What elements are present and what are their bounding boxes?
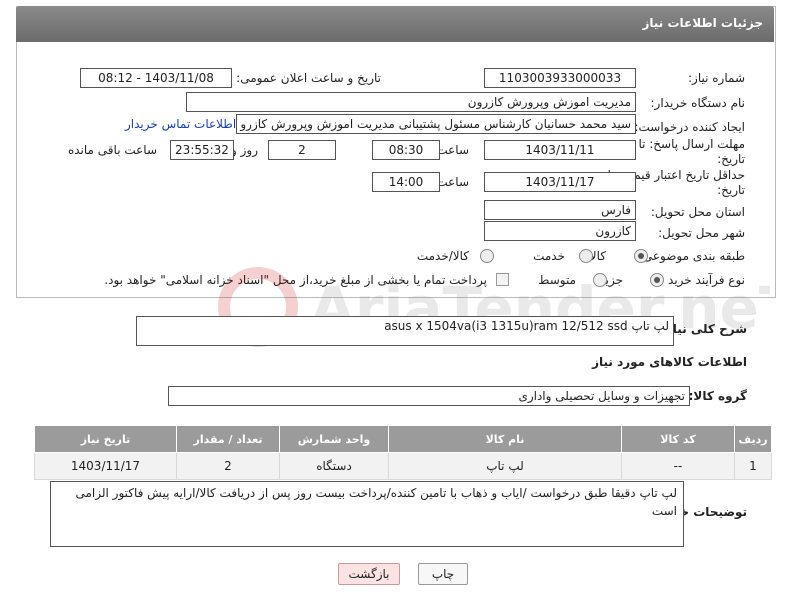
process-label: نوع فرآیند خرید : bbox=[660, 273, 745, 287]
print-button[interactable]: چاپ bbox=[418, 563, 468, 585]
deadline-label-2: تاریخ: bbox=[717, 152, 745, 166]
validity-label-2: تاریخ: bbox=[717, 183, 745, 197]
category-option-both: کالا/خدمت bbox=[416, 249, 469, 263]
treasury-payment-text: پرداخت تمام یا بخشی از مبلغ خرید،از محل … bbox=[104, 273, 487, 287]
buyer-field: مدیریت اموزش وپرورش کازرون bbox=[186, 92, 636, 112]
process-radio-minor[interactable] bbox=[650, 273, 664, 287]
goods-table: ردیف کد کالا نام کالا واحد شمارش تعداد /… bbox=[34, 425, 772, 480]
province-field: فارس bbox=[484, 200, 636, 220]
process-option-medium: متوسط bbox=[538, 273, 576, 287]
deadline-label: مهلت ارسال پاسخ: تا bbox=[638, 137, 745, 151]
description-text: لپ تاپ asus x 1504va(i3 1315u)ram 12/512… bbox=[384, 319, 669, 333]
page-title: جزئیات اطلاعات نیاز bbox=[642, 16, 763, 30]
col-code: کد کالا bbox=[621, 425, 735, 453]
col-row: ردیف bbox=[734, 425, 772, 453]
col-name: نام کالا bbox=[388, 425, 622, 453]
category-radio-both[interactable] bbox=[480, 249, 494, 263]
category-radio-goods[interactable] bbox=[634, 249, 648, 263]
validity-time-field: 14:00 bbox=[372, 172, 440, 192]
cell-name: لپ تاپ bbox=[388, 452, 622, 480]
cell-date: 1403/11/17 bbox=[34, 452, 177, 480]
validity-time-label: ساعت bbox=[436, 175, 469, 189]
deadline-time-field: 08:30 bbox=[372, 140, 440, 160]
treasury-payment-checkbox[interactable] bbox=[496, 273, 509, 286]
col-unit: واحد شمارش bbox=[279, 425, 389, 453]
deadline-date-field: 1403/11/11 bbox=[484, 140, 636, 160]
validity-date-field: 1403/11/17 bbox=[484, 172, 636, 192]
process-radio-medium[interactable] bbox=[593, 273, 607, 287]
days-remaining-field: 2 bbox=[268, 140, 336, 160]
province-label: استان محل تحویل: bbox=[650, 205, 745, 219]
cell-qty: 2 bbox=[176, 452, 280, 480]
table-row[interactable]: 1 -- لپ تاپ دستگاه 2 1403/11/17 bbox=[34, 452, 772, 480]
col-date: تاریخ نیاز bbox=[34, 425, 177, 453]
category-option-service: خدمت bbox=[533, 249, 565, 263]
buyer-notes-text: لپ تاپ دقیقا طبق درخواست /ایاب و ذهاب با… bbox=[75, 486, 677, 518]
announce-field: 1403/11/08 - 08:12 bbox=[80, 68, 232, 88]
deadline-time-label: ساعت bbox=[436, 143, 469, 157]
cell-code: -- bbox=[621, 452, 735, 480]
city-label: شهر محل تحویل: bbox=[658, 226, 745, 240]
buyer-contact-link[interactable]: اطلاعات تماس خریدار bbox=[125, 117, 236, 131]
creator-field: سید محمد حسانیان کارشناس مسئول پشتیبانی … bbox=[236, 114, 636, 134]
goods-section-title: اطلاعات کالاهای مورد نیاز bbox=[592, 355, 747, 369]
table-header-row: ردیف کد کالا نام کالا واحد شمارش تعداد /… bbox=[34, 425, 772, 453]
back-button[interactable]: بازگشت bbox=[338, 563, 400, 585]
goods-group-label: گروه کالا: bbox=[688, 389, 747, 403]
remaining-label: ساعت باقی مانده bbox=[67, 143, 157, 157]
city-field: کازرون bbox=[484, 221, 636, 241]
buyer-label: نام دستگاه خریدار: bbox=[650, 96, 746, 110]
buyer-notes-field: لپ تاپ دقیقا طبق درخواست /ایاب و ذهاب با… bbox=[50, 481, 684, 547]
need-number-field: 1103003933000033 bbox=[484, 68, 636, 88]
goods-group-field: تجهیزات و وسایل تحصیلی واداری bbox=[168, 386, 690, 406]
days-label: روز و bbox=[231, 143, 258, 157]
cell-unit: دستگاه bbox=[279, 452, 389, 480]
need-number-label: شماره نیاز: bbox=[688, 71, 745, 85]
cell-row: 1 bbox=[734, 452, 772, 480]
remaining-time-field: 23:55:32 bbox=[170, 140, 234, 160]
col-qty: تعداد / مقدار bbox=[176, 425, 280, 453]
category-radio-service[interactable] bbox=[579, 249, 593, 263]
category-label: طبقه بندی موضوعی: bbox=[638, 249, 745, 263]
creator-label: ایجاد کننده درخواست: bbox=[634, 120, 745, 134]
description-field: لپ تاپ asus x 1504va(i3 1315u)ram 12/512… bbox=[136, 316, 674, 346]
announce-label: تاریخ و ساعت اعلان عمومی: bbox=[236, 71, 381, 85]
